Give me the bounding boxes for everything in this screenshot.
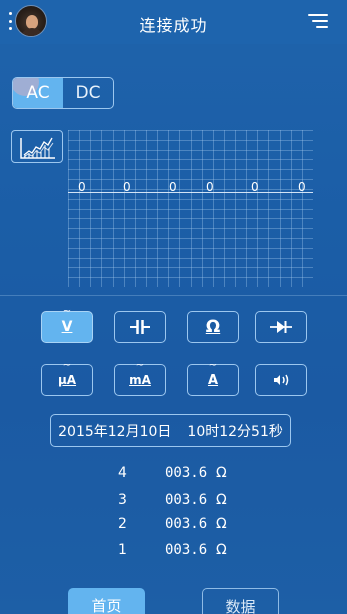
record-index: 3 xyxy=(118,492,127,508)
record-index: 4 xyxy=(118,465,127,481)
page-title: 连接成功 xyxy=(139,16,208,35)
resistance-glyph: Ω xyxy=(205,317,221,337)
ac-button[interactable]: AC xyxy=(13,78,63,108)
dc-button[interactable]: DC xyxy=(63,78,113,108)
continuity-mode-button[interactable] xyxy=(255,364,307,396)
voltage-glyph: ~ V xyxy=(61,306,73,336)
tab-data[interactable]: 数据 xyxy=(202,588,279,614)
graph-value: 0 xyxy=(206,180,214,194)
divider xyxy=(0,295,347,296)
time-text: 10时12分51秒 xyxy=(187,423,283,440)
ac-label: AC xyxy=(26,83,50,103)
graph-value: 0 xyxy=(251,180,259,194)
list-item: 3 003.6 Ω xyxy=(0,492,347,512)
resistance-mode-button[interactable]: Ω xyxy=(187,311,239,343)
amp-mode-button[interactable]: ~ A xyxy=(187,359,239,396)
record-value: 003.6 xyxy=(165,492,208,508)
record-index: 2 xyxy=(118,516,127,532)
date-text: 2015年12月10日 xyxy=(58,423,172,440)
milliamp-glyph: ~ mA xyxy=(129,360,151,388)
hamburger-menu-icon[interactable] xyxy=(308,13,328,29)
list-item: 2 003.6 Ω xyxy=(0,516,347,536)
ac-dc-toggle: AC DC xyxy=(12,77,114,109)
graph-value: 0 xyxy=(298,180,306,194)
capacitance-mode-button[interactable] xyxy=(114,311,166,343)
tab-home[interactable]: 首页 xyxy=(68,588,145,614)
list-item: 4 003.6 Ω xyxy=(0,465,347,485)
datetime-display: 2015年12月10日 10时12分51秒 xyxy=(50,414,291,447)
record-value: 003.6 xyxy=(165,542,208,558)
voltage-mode-button[interactable]: ~ V xyxy=(41,306,93,343)
record-unit: Ω xyxy=(216,542,227,558)
microamp-glyph: ~ µA xyxy=(57,360,77,388)
record-index: 1 xyxy=(118,542,127,558)
milliamp-mode-button[interactable]: ~ mA xyxy=(114,360,166,396)
chart-button[interactable] xyxy=(11,130,63,163)
line-chart-icon xyxy=(20,137,55,159)
record-value: 003.6 xyxy=(165,516,208,532)
microamp-mode-button[interactable]: ~ µA xyxy=(41,360,93,396)
capacitor-icon xyxy=(130,320,150,334)
graph-value: 0 xyxy=(78,180,86,194)
amp-glyph: ~ A xyxy=(207,359,219,388)
app-header: 连接成功 xyxy=(0,0,347,44)
record-unit: Ω xyxy=(216,492,227,508)
diode-icon xyxy=(270,321,292,333)
graph-value: 0 xyxy=(169,180,177,194)
waveform-graph xyxy=(68,130,313,287)
sound-wave-icon xyxy=(274,374,289,386)
record-unit: Ω xyxy=(216,465,227,481)
record-unit: Ω xyxy=(216,516,227,532)
record-value: 003.6 xyxy=(165,465,208,481)
list-item: 1 003.6 Ω xyxy=(0,542,347,562)
diode-mode-button[interactable] xyxy=(255,311,307,343)
graph-value: 0 xyxy=(123,180,131,194)
